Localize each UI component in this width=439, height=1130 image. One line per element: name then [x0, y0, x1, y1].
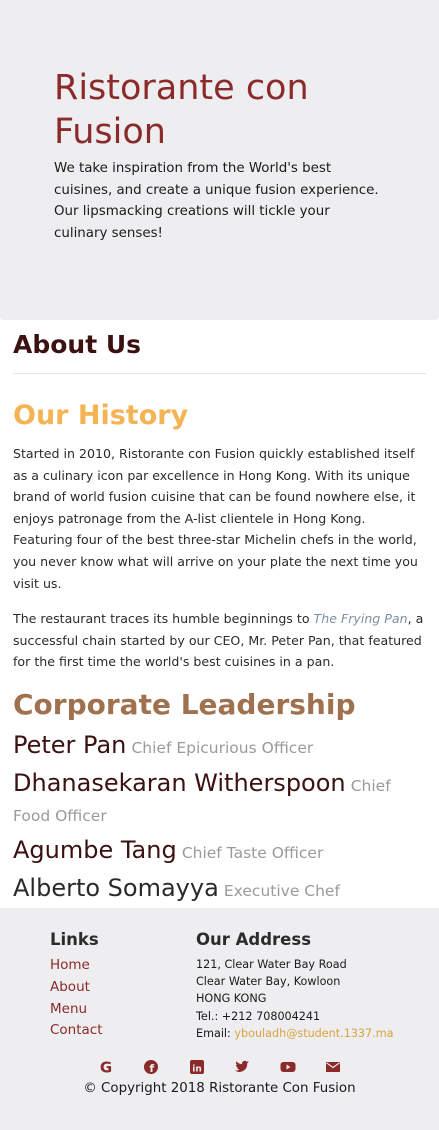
history-paragraph-2: The restaurant traces its humble beginni… — [13, 608, 426, 673]
leader-item: Agumbe Tang Chief Taste Officer — [13, 833, 429, 868]
address-heading: Our Address — [196, 930, 312, 949]
address-block: 121, Clear Water Bay Road Clear Water Ba… — [196, 956, 436, 1042]
list-item: Home — [50, 955, 103, 977]
hero-jumbotron: Ristorante con Fusion We take inspiratio… — [0, 0, 439, 320]
site-footer: Links Home About Menu Contact Our Addres… — [0, 908, 439, 1130]
history-title: Our History — [13, 400, 189, 431]
hero-title: Ristorante con Fusion — [54, 68, 309, 152]
about-divider — [13, 373, 426, 374]
leader-item: Dhanasekaran Witherspoon Chief Food Offi… — [13, 766, 429, 831]
google-icon[interactable]: G — [97, 1058, 115, 1077]
address-line: Clear Water Bay, Kowloon — [196, 975, 341, 989]
footer-links: Home About Menu Contact — [50, 955, 103, 1042]
leader-item: Peter Pan Chief Epicurious Officer — [13, 728, 429, 763]
svg-text:in: in — [192, 1065, 202, 1075]
footer-link-menu[interactable]: Menu — [50, 1001, 87, 1017]
leader-name: Agumbe Tang — [13, 836, 177, 864]
leader-name: Alberto Somayya — [13, 874, 219, 902]
youtube-icon[interactable] — [279, 1058, 297, 1076]
email-label: Email: — [196, 1026, 235, 1040]
email-link[interactable]: ybouladh@student.1337.ma — [234, 1027, 393, 1040]
footer-link-about[interactable]: About — [50, 979, 90, 995]
leadership-title: Corporate Leadership — [13, 688, 356, 721]
footer-link-home[interactable]: Home — [50, 957, 90, 973]
address-line: HONG KONG — [196, 992, 267, 1006]
linkedin-icon[interactable]: in — [188, 1058, 206, 1076]
history-paragraph-1: Started in 2010, Ristorante con Fusion q… — [13, 446, 418, 591]
svg-text:G: G — [100, 1059, 112, 1077]
address-line: 121, Clear Water Bay Road — [196, 958, 347, 971]
hero-description: We take inspiration from the World's bes… — [54, 161, 379, 241]
list-item: Contact — [50, 1020, 103, 1042]
phone-line: Tel.: +212 708004241 — [196, 1009, 321, 1023]
footer-link-contact[interactable]: Contact — [50, 1022, 103, 1038]
copyright: © Copyright 2018 Ristorante Con Fusion — [83, 1081, 356, 1096]
facebook-icon[interactable]: f — [142, 1058, 160, 1076]
mail-icon[interactable] — [324, 1058, 342, 1076]
leader-role: Chief Taste Officer — [181, 844, 324, 862]
about-title: About Us — [13, 330, 142, 359]
svg-text:f: f — [149, 1062, 154, 1075]
list-item: About — [50, 977, 103, 999]
frying-pan-emphasis: The Frying Pan — [313, 611, 408, 626]
email-line: Email: ybouladh@student.1337.ma — [196, 1025, 436, 1042]
leader-name: Peter Pan — [13, 731, 127, 759]
social-links: G f in — [0, 1058, 439, 1078]
links-heading: Links — [50, 930, 99, 949]
leader-name: Dhanasekaran Witherspoon — [13, 769, 346, 797]
leader-item: Alberto Somayya Executive Chef — [13, 871, 429, 906]
twitter-icon[interactable] — [233, 1058, 251, 1076]
history-paragraph-2-start: The restaurant traces its humble beginni… — [13, 611, 314, 626]
leader-role: Executive Chef — [223, 882, 340, 900]
list-item: Menu — [50, 999, 103, 1021]
leader-role: Chief Epicurious Officer — [131, 739, 314, 757]
